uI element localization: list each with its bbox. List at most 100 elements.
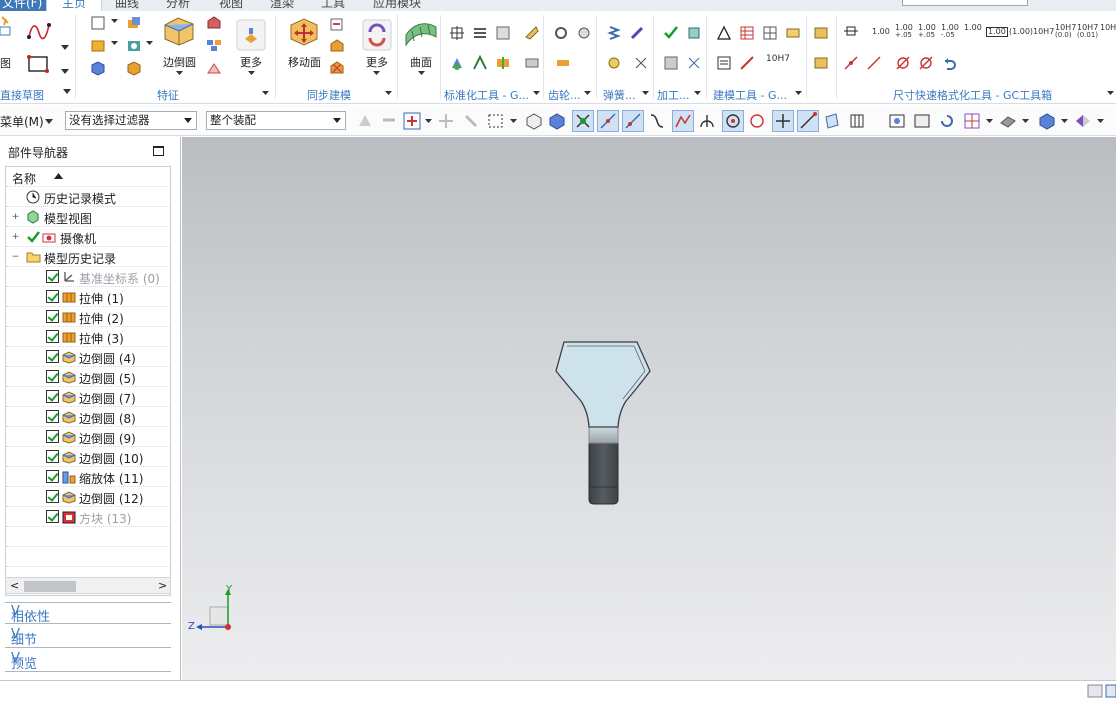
diameter-2-icon[interactable] [918, 55, 934, 71]
group-options-icon[interactable] [262, 91, 269, 96]
assembly-2-icon[interactable] [813, 55, 829, 71]
extrude-icon[interactable] [90, 37, 106, 53]
dropdown-icon[interactable] [1022, 119, 1029, 124]
table-icon[interactable] [739, 25, 755, 41]
group-options-icon[interactable] [795, 91, 802, 96]
gear-3-icon[interactable] [555, 55, 571, 71]
machining-4-icon[interactable] [686, 55, 702, 71]
tree-item-feature[interactable]: 基准坐标系 (0) [6, 267, 170, 287]
dim-value-fit-4[interactable]: 10H7 [1100, 24, 1116, 32]
dim-value-fit[interactable]: 10H7 [1033, 28, 1054, 36]
machining-2-icon[interactable] [686, 25, 702, 41]
visibility-checkbox[interactable] [46, 290, 59, 303]
select-component-icon[interactable] [356, 112, 374, 130]
dropdown-icon[interactable] [146, 41, 153, 46]
panel-preview[interactable]: 预览 V [5, 650, 171, 672]
hole-icon[interactable] [126, 37, 142, 53]
snap-on-curve-icon[interactable] [622, 110, 644, 132]
shell-icon[interactable] [126, 60, 142, 76]
selection-filter-select[interactable]: 没有选择过滤器 [65, 111, 197, 130]
dropdown-icon[interactable] [986, 119, 993, 124]
visibility-checkbox[interactable] [46, 430, 59, 443]
render-style-icon[interactable] [998, 111, 1018, 131]
undo-icon[interactable] [941, 55, 957, 71]
tree-item-feature[interactable]: 边倒圆 (4) [6, 347, 170, 367]
assembly-scope-select[interactable]: 整个装配 [206, 111, 346, 130]
std-tool-6-icon[interactable] [472, 55, 488, 71]
gear-2-icon[interactable] [576, 25, 592, 41]
expand-icon[interactable]: + [11, 233, 20, 242]
status-icon[interactable] [1087, 684, 1103, 698]
machining-check-icon[interactable] [663, 25, 679, 41]
fit-view-icon[interactable] [887, 111, 907, 131]
visibility-checkbox[interactable] [46, 470, 59, 483]
tool-icon[interactable] [785, 25, 801, 41]
tab-render[interactable]: 渲染 [270, 0, 294, 11]
select-feature-icon[interactable] [380, 112, 398, 130]
tree-item-history-mode[interactable]: 历史记录模式 [6, 187, 170, 207]
grid-icon[interactable] [762, 25, 778, 41]
visibility-checkbox[interactable] [46, 490, 59, 503]
maximize-icon[interactable] [153, 146, 164, 156]
dim-value-ref[interactable]: (1.00) [1009, 28, 1033, 36]
delete-face-icon[interactable] [329, 16, 345, 32]
dropdown-icon[interactable] [1097, 119, 1104, 124]
dim-value-5[interactable]: 1.00 [964, 24, 982, 32]
visibility-checkbox[interactable] [46, 350, 59, 363]
group-options-icon[interactable] [1107, 91, 1114, 96]
dropdown-icon[interactable] [111, 41, 118, 46]
status-icon-2[interactable] [1105, 684, 1116, 698]
dropdown-icon[interactable] [373, 71, 380, 76]
dim-angle-2-icon[interactable] [866, 55, 882, 71]
panel-details[interactable]: 细节 V [5, 626, 171, 648]
menu-dropdown-icon[interactable] [45, 119, 53, 124]
tree-column-header[interactable]: 名称 [6, 167, 170, 187]
menu-button[interactable]: 菜单(M) [0, 113, 44, 130]
visibility-checkbox[interactable] [46, 330, 59, 343]
group-options-icon[interactable] [694, 91, 701, 96]
zoom-icon[interactable] [912, 111, 932, 131]
visibility-checkbox[interactable] [46, 390, 59, 403]
snap-quadrant-icon[interactable] [747, 111, 767, 131]
tree-item-feature[interactable]: 缩放体 (11) [6, 467, 170, 487]
move-handle-icon[interactable] [437, 112, 455, 130]
visibility-checkbox[interactable] [46, 310, 59, 323]
spring-4-icon[interactable] [633, 55, 649, 71]
pick-icon[interactable] [462, 112, 480, 130]
dim-value-1[interactable]: 1.00 [872, 28, 890, 36]
offset-region-icon[interactable] [329, 60, 345, 76]
group-options-icon[interactable] [385, 91, 392, 96]
gallery-more-icon[interactable] [61, 69, 69, 75]
horizontal-scrollbar[interactable]: < > [5, 577, 171, 594]
tree-item-feature[interactable]: 边倒圆 (12) [6, 487, 170, 507]
visibility-checkbox[interactable] [46, 450, 59, 463]
triangle-icon[interactable] [716, 25, 732, 41]
tree-item-feature[interactable]: 边倒圆 (8) [6, 407, 170, 427]
dim-value-basic[interactable]: 1.00 [986, 27, 1008, 37]
group-options-icon[interactable] [533, 91, 540, 96]
tab-view[interactable]: 视图 [219, 0, 243, 11]
measure-icon[interactable] [739, 55, 755, 71]
text-icon[interactable] [716, 55, 732, 71]
dropdown-icon[interactable] [425, 119, 432, 124]
more-features-icon[interactable] [236, 19, 266, 51]
std-tool-7-icon[interactable] [495, 55, 511, 71]
pattern-icon[interactable] [206, 38, 222, 52]
tree-item-feature[interactable]: 拉伸 (3) [6, 327, 170, 347]
edge-blend-label[interactable]: 边倒圆 [163, 54, 196, 70]
tree-item-feature[interactable]: 拉伸 (2) [6, 307, 170, 327]
rectangle-icon[interactable] [26, 53, 52, 75]
panel-dependency[interactable]: 相依性 V [5, 602, 171, 625]
tab-curve[interactable]: 曲线 [115, 0, 139, 11]
dropdown-icon[interactable] [418, 71, 425, 76]
move-face-icon[interactable] [287, 15, 321, 49]
snap-midpoint-icon[interactable] [597, 110, 619, 132]
more-features-label[interactable]: 更多 [240, 54, 262, 70]
navigator-tree[interactable]: 名称 历史记录模式 + 模型视图 + 摄像机 − 模型历史记录 基准坐标系 (0… [5, 166, 171, 596]
visibility-checkbox[interactable] [46, 270, 59, 283]
collapse-icon[interactable]: − [11, 253, 20, 262]
tree-item-model-views[interactable]: + 模型视图 [6, 207, 170, 227]
spline-icon[interactable] [26, 19, 54, 41]
dim-format-icon[interactable] [843, 23, 859, 39]
rotate-icon[interactable] [937, 111, 957, 131]
